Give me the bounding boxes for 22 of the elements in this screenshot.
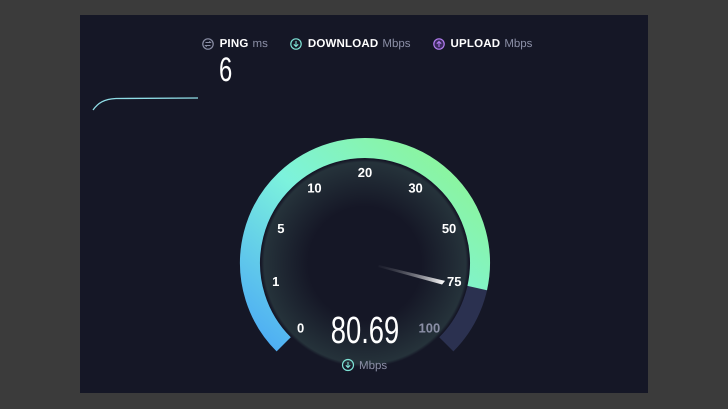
gauge-tick-label: 50 xyxy=(442,221,456,236)
speed-reading: 80.69 xyxy=(330,310,400,352)
gauge-tick-label: 10 xyxy=(307,180,322,196)
gauge-tick-label: 5 xyxy=(277,221,285,236)
ping-icon xyxy=(202,38,214,50)
metric-unit: ms xyxy=(252,38,268,50)
gauge-tick-label: 1 xyxy=(272,274,280,289)
metric-unit: Mbps xyxy=(504,38,532,50)
ping-value: 6 xyxy=(219,53,232,91)
gauge-tick-label: 100 xyxy=(418,320,440,336)
metric-unit: Mbps xyxy=(382,38,411,50)
metric-label: PING xyxy=(220,38,248,50)
metric-label: UPLOAD xyxy=(450,38,500,50)
metric-label: DOWNLOAD xyxy=(308,38,378,50)
gauge-tick-label: 20 xyxy=(358,165,372,180)
gauge-tick-label: 0 xyxy=(297,320,304,336)
upload-icon xyxy=(432,38,445,50)
gauge-tick-label: 30 xyxy=(408,180,423,196)
speed-unit: Mbps xyxy=(359,360,388,372)
gauge-tick-label: 75 xyxy=(447,274,462,289)
download-icon xyxy=(342,358,354,372)
download-icon xyxy=(290,38,302,50)
